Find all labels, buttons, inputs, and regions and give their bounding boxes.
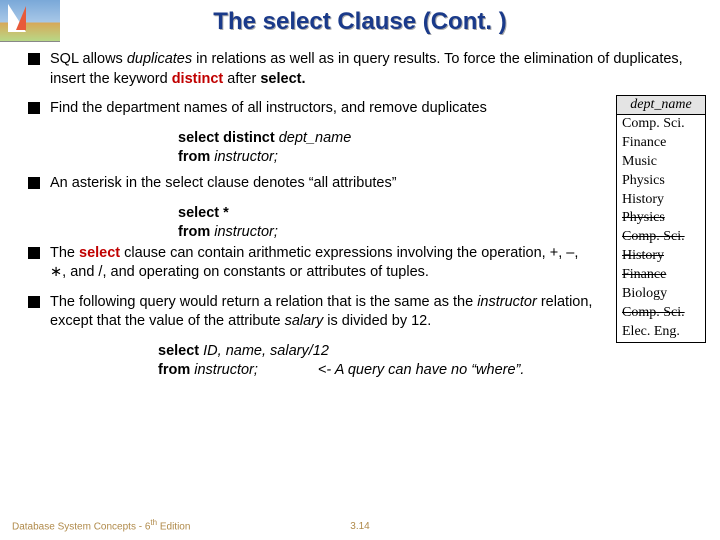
table-row: History [617, 247, 705, 266]
table-row: Finance [617, 266, 705, 285]
table-row: History [617, 191, 705, 210]
table-row: Comp. Sci. [617, 304, 705, 323]
table-row: Physics [617, 172, 705, 191]
dept-name-table: dept_name Comp. Sci.FinanceMusicPhysicsH… [616, 95, 706, 343]
table-header: dept_name [617, 96, 705, 115]
code-block-3: select ID, name, salary/12 from instruct… [158, 342, 708, 380]
bullet-marker [28, 247, 40, 259]
bullet-2: Find the department names of all instruc… [28, 99, 598, 119]
bullet-marker [28, 296, 40, 308]
slide-title: The select Clause (Cont. ) [0, 0, 720, 36]
slide-content: SQL allows duplicates in relations as we… [28, 50, 708, 388]
logo-image [0, 0, 60, 42]
bullet-3: An asterisk in the select clause denotes… [28, 174, 598, 194]
table-row: Biology [617, 285, 705, 304]
bullet-marker [28, 102, 40, 114]
table-row: Physics [617, 209, 705, 228]
bullet-marker [28, 177, 40, 189]
footer-left: Database System Concepts - 6th Edition [12, 518, 190, 532]
table-row: Finance [617, 134, 705, 153]
bullet-marker [28, 53, 40, 65]
bullet-1: SQL allows duplicates in relations as we… [28, 50, 698, 89]
table-row: Comp. Sci. [617, 228, 705, 247]
table-row: Music [617, 153, 705, 172]
table-row: Comp. Sci. [617, 115, 705, 134]
footer-page-number: 3.14 [350, 521, 369, 532]
table-row: Elec. Eng. [617, 323, 705, 342]
bullet-5: The following query would return a relat… [28, 293, 598, 332]
bullet-4: The select clause can contain arithmetic… [28, 244, 598, 283]
